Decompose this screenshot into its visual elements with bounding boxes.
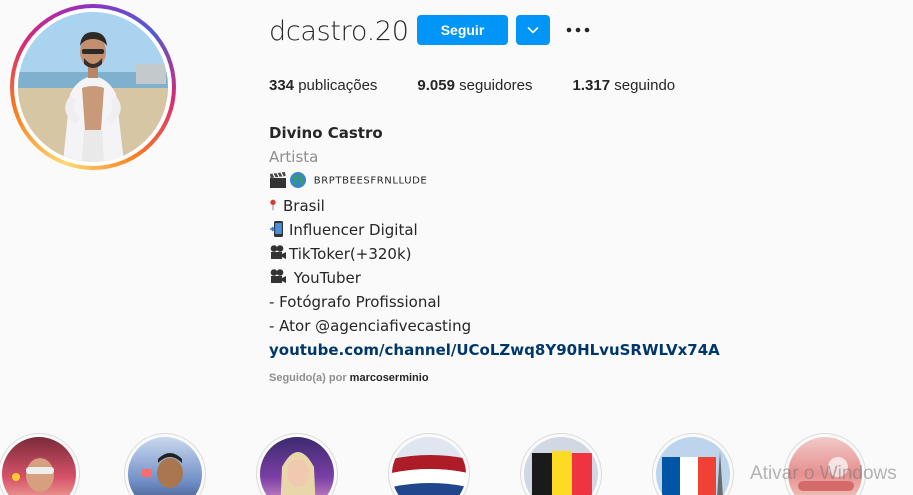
- followed-by[interactable]: Seguido(a) por marcoserminio: [269, 372, 429, 384]
- highlight-3-thumb: [260, 437, 334, 495]
- posts-stat: 334 publicações: [269, 77, 377, 94]
- france-flag-thumb: [656, 437, 730, 495]
- country-codes: BRPTBEESFRNLLUDE: [313, 175, 428, 187]
- followed-by-prefix: Seguido(a) por: [269, 372, 347, 384]
- more-options-icon: [566, 27, 590, 33]
- highlight-3[interactable]: [256, 433, 338, 495]
- globe-icon: [290, 172, 306, 188]
- mobile-phone-icon: [270, 220, 283, 237]
- movie-camera-icon: [270, 244, 286, 259]
- netherlands-flag-thumb: [392, 437, 466, 495]
- profile-bio: Divino Castro Artista BRPTBEESFRNLLUDE B…: [269, 121, 720, 362]
- influencer-text: Influencer Digital: [289, 220, 418, 239]
- windows-activation-watermark: Ativar o Windows: [750, 463, 897, 484]
- full-name: Divino Castro: [269, 124, 383, 142]
- avatar-frame: [14, 8, 172, 166]
- youtube-text: YouTuber: [293, 268, 361, 287]
- bio-line-photographer: - Fotógrafo Profissional: [269, 292, 441, 311]
- netherlands-flag-icon: [392, 437, 466, 495]
- highlight-1-thumb: [2, 437, 76, 495]
- highlight-3-image: [280, 452, 316, 495]
- bio-line-tiktok: TikToker(+320k): [269, 242, 720, 266]
- belgium-flag-thumb: [524, 437, 598, 495]
- follow-button[interactable]: Seguir: [417, 15, 508, 45]
- highlight-1[interactable]: [0, 433, 80, 495]
- bio-line-actor: - Ator @agenciafivecasting: [269, 316, 472, 335]
- followers-count: 9.059: [417, 77, 455, 94]
- avatar-photo: [18, 12, 168, 162]
- bio-line-countries: BRPTBEESFRNLLUDE: [269, 169, 720, 194]
- followed-by-user: marcoserminio: [349, 372, 429, 384]
- highlight-2-thumb: [128, 437, 202, 495]
- following-label: seguindo: [614, 77, 676, 94]
- highlight-belgium[interactable]: [520, 433, 602, 495]
- movie-camera-icon: [270, 268, 286, 283]
- more-options-button[interactable]: [565, 18, 591, 42]
- highlight-france[interactable]: [652, 433, 734, 495]
- profile-stats: 334 publicações 9.059 seguidores 1.317 s…: [269, 77, 715, 94]
- followers-label: seguidores: [459, 77, 533, 94]
- location-text: Brasil: [283, 196, 325, 215]
- posts-count: 334: [269, 77, 295, 94]
- tiktok-text: TikToker(+320k): [289, 244, 412, 263]
- posts-label: publicações: [298, 77, 378, 94]
- following-count: 1.317: [572, 77, 611, 94]
- highlight-1-image: [12, 458, 54, 492]
- bio-line-location: Brasil: [269, 194, 720, 218]
- profile-username: dcastro.20: [269, 16, 409, 47]
- belgium-flag-icon: [524, 437, 598, 495]
- followers-stat[interactable]: 9.059 seguidores: [417, 77, 532, 94]
- suggestions-dropdown-button[interactable]: [516, 15, 550, 45]
- bio-line-youtube: YouTuber: [269, 266, 720, 290]
- category-label: Artista: [269, 148, 319, 166]
- highlight-netherlands[interactable]: [388, 433, 470, 495]
- bio-line-influencer: Influencer Digital: [269, 218, 720, 242]
- profile-avatar[interactable]: [10, 4, 176, 170]
- highlight-2-image: [142, 453, 183, 488]
- france-flag-icon: [656, 437, 730, 495]
- external-link[interactable]: youtube.com/channel/UCoLZwq8Y90HLvuSRWLV…: [269, 341, 720, 359]
- chevron-down-icon: [527, 26, 539, 34]
- highlight-2[interactable]: [124, 433, 206, 495]
- following-stat[interactable]: 1.317 seguindo: [573, 77, 676, 94]
- avatar-illustration: [18, 12, 168, 162]
- round-pushpin-icon: [270, 199, 276, 210]
- clapper-board-icon: [270, 172, 286, 188]
